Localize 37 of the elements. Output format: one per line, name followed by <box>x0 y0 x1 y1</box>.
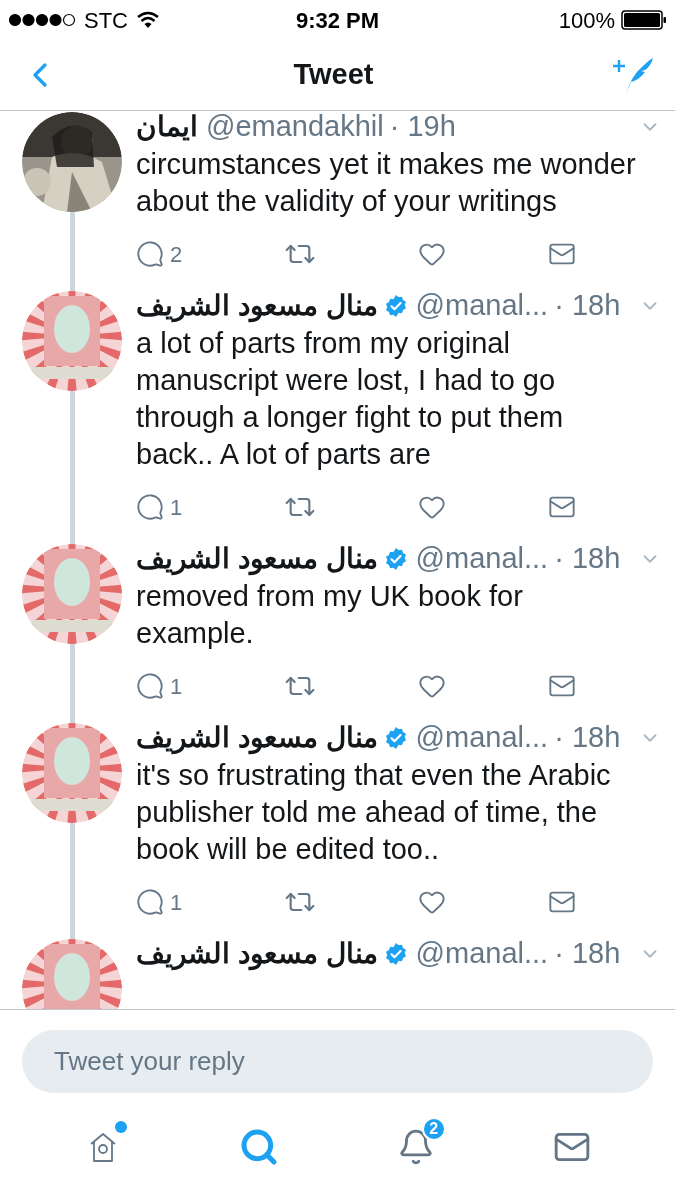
author-handle: @manal... <box>415 720 549 756</box>
battery-icon <box>621 10 667 30</box>
speech-bubble-icon <box>136 493 164 521</box>
reply-button[interactable]: 1 <box>136 669 183 703</box>
notifications-tab[interactable]: 2 <box>385 1116 446 1177</box>
author-handle: @manal... <box>415 541 549 577</box>
author-handle: @emandakhil <box>206 111 384 145</box>
tweet-time: · 18h <box>554 720 621 756</box>
speech-bubble-icon <box>136 672 164 700</box>
carrier-name: STC <box>84 6 128 35</box>
tweet-time: · 18h <box>554 288 621 324</box>
author-handle: @manal... <box>415 288 549 324</box>
tweet-time: · 18h <box>554 541 621 577</box>
speech-bubble-icon <box>136 888 164 916</box>
reply-input-field[interactable]: Tweet your reply <box>22 1030 653 1093</box>
tweet-time: · 18h <box>554 936 621 972</box>
notification-count: 2 <box>421 1116 446 1141</box>
author-name: منال مسعود الشريف <box>136 937 378 973</box>
tweet-text: a lot of parts from my original manuscript were lost, I had to go through a longer fight to put them back.. A lot of parts are <box>136 326 565 472</box>
author-name: منال مسعود الشريف <box>136 289 378 325</box>
wifi-icon <box>136 11 160 29</box>
author-name: منال مسعود الشريف <box>136 721 378 757</box>
reply-button[interactable]: 1 <box>136 490 183 524</box>
tweet-text: removed from my UK book for example. <box>136 579 524 651</box>
tweet-time: · 19h <box>389 111 456 145</box>
page-title: Tweet <box>293 57 374 93</box>
signal-strength-icon <box>8 13 76 27</box>
tweet-text: it's so frustrating that even the Arabic publisher told me ahead of time, the book will be edited too.. <box>136 758 612 867</box>
speech-bubble-icon <box>136 240 164 268</box>
author-name: منال مسعود الشريف <box>136 542 378 578</box>
author-handle: @manal... <box>415 936 549 972</box>
author-name: ايمان <box>136 111 198 144</box>
tweet-text: circumstances yet it makes me wonder about the validity of your writings <box>136 147 636 219</box>
battery-percentage: 100% <box>558 6 615 35</box>
reply-button[interactable]: 2 <box>136 237 183 271</box>
clock-time: 9:32 PM <box>295 6 380 35</box>
reply-button[interactable]: 1 <box>136 885 183 919</box>
